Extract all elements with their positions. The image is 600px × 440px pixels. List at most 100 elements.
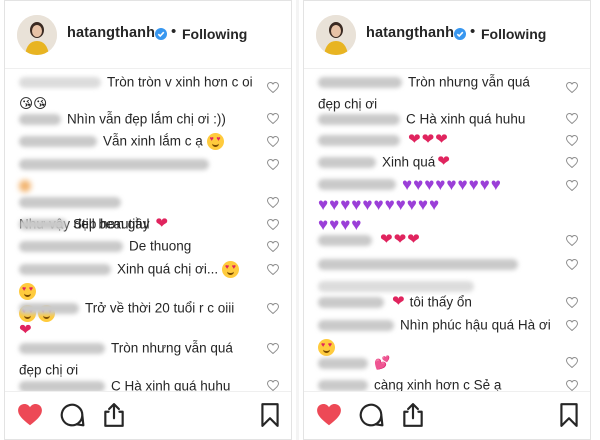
post-panel-right: hatangthanh • Following Tròn nhưng vẫn q…	[303, 0, 591, 440]
red-heart-emoji-icon: ❤	[392, 293, 406, 311]
heart-outline-icon[interactable]	[566, 135, 578, 146]
comment-item: Still beautiful ❤	[19, 213, 257, 235]
heart-outline-icon[interactable]	[267, 343, 279, 354]
red-heart-emoji-icon: ❤❤❤	[380, 231, 421, 249]
heart-outline-icon[interactable]	[267, 136, 279, 147]
comment-text: Nhìn vẫn đẹp lắm chị ơi :))	[67, 111, 226, 127]
heart-outline-icon[interactable]	[267, 380, 279, 391]
share-button[interactable]	[101, 402, 127, 428]
share-icon	[403, 403, 423, 427]
screenshot-stage: hatangthanh • Following Tròn tròn v xinh…	[0, 0, 600, 440]
red-heart-emoji-icon: ❤	[437, 153, 451, 171]
commenter-username[interactable]	[318, 76, 402, 88]
comment-item: C Hà xinh quá huhu	[318, 108, 556, 130]
comment-item: ❤❤❤	[318, 229, 556, 251]
commenter-username[interactable]	[318, 319, 394, 331]
heart-outline-icon[interactable]	[566, 235, 578, 246]
commenter-username[interactable]	[318, 156, 376, 168]
commenter-username[interactable]	[19, 76, 101, 88]
heart-outline-icon[interactable]	[566, 113, 578, 124]
username[interactable]: hatangthanh	[366, 25, 454, 41]
commenter-username[interactable]	[19, 240, 123, 252]
heart-outline-icon[interactable]	[566, 180, 578, 191]
comment-text: C Hà xinh quá huhu	[406, 111, 526, 127]
save-button[interactable]	[257, 402, 283, 428]
comment-item: càng xinh hơn c Sẻ ạ	[318, 374, 556, 391]
red-heart-emoji-icon: ❤❤❤	[408, 131, 449, 149]
heart-outline-icon[interactable]	[267, 241, 279, 252]
commenter-username[interactable]	[19, 302, 79, 314]
commenter-username[interactable]	[19, 158, 209, 170]
commenter-username[interactable]	[318, 234, 372, 246]
post-header: hatangthanh • Following	[5, 1, 291, 69]
comment-button[interactable]	[358, 402, 384, 428]
commenter-username[interactable]	[19, 196, 121, 208]
commenter-username[interactable]	[318, 379, 368, 391]
comment-bubble-icon	[359, 403, 384, 427]
save-button[interactable]	[556, 402, 582, 428]
comment-text: Trở về thời 20 tuổi r c oiii	[85, 300, 235, 316]
heart-outline-icon[interactable]	[566, 157, 578, 168]
commenter-username[interactable]	[318, 113, 400, 125]
heart-outline-icon[interactable]	[566, 320, 578, 331]
heart-eyes-emoji-icon	[206, 132, 224, 150]
comment-item: De thuong	[19, 235, 257, 257]
heart-eyes-emoji-icon	[221, 260, 239, 278]
commenter-username[interactable]	[19, 218, 67, 230]
comment-text: Tròn tròn v xinh hơn c oi	[107, 74, 253, 90]
heart-outline-icon[interactable]	[267, 82, 279, 93]
commenter-username[interactable]	[318, 178, 396, 190]
verified-badge-icon	[454, 28, 466, 40]
commenter-username[interactable]	[318, 134, 400, 146]
comment-button[interactable]	[59, 402, 85, 428]
heart-outline-icon[interactable]	[267, 197, 279, 208]
commenter-username[interactable]	[19, 380, 105, 391]
comment-item: Trở về thời 20 tuổi r c oiii ❤	[19, 297, 257, 342]
comment-item: ❤❤❤	[318, 129, 556, 151]
red-heart-emoji-icon: ❤	[155, 215, 169, 233]
commenter-username[interactable]	[318, 258, 518, 270]
commenter-username[interactable]	[19, 113, 61, 125]
share-button[interactable]	[400, 402, 426, 428]
comment-item: C Hà xinh quá huhu	[19, 375, 257, 391]
avatar[interactable]	[316, 15, 356, 55]
separator-dot: •	[470, 23, 476, 40]
sparkling-heart-emoji-icon: 💕	[374, 356, 391, 371]
heart-outline-icon[interactable]	[267, 303, 279, 314]
share-icon	[104, 403, 124, 427]
comment-text: C Hà xinh quá huhu	[111, 378, 231, 391]
like-button[interactable]	[316, 402, 342, 428]
avatar[interactable]	[17, 15, 57, 55]
heart-outline-icon[interactable]	[566, 82, 578, 93]
bookmark-icon	[560, 403, 578, 427]
following-status[interactable]: Following	[481, 26, 546, 42]
heart-outline-icon[interactable]	[267, 219, 279, 230]
heart-outline-icon[interactable]	[566, 297, 578, 308]
commenter-username[interactable]	[318, 357, 368, 369]
commenter-username[interactable]	[19, 342, 105, 354]
comment-item: 💕	[318, 352, 556, 375]
commenter-username[interactable]	[19, 263, 111, 275]
heart-outline-icon[interactable]	[267, 159, 279, 170]
heart-outline-icon[interactable]	[267, 113, 279, 124]
username[interactable]: hatangthanh	[67, 25, 155, 41]
heart-outline-icon[interactable]	[267, 264, 279, 275]
comment-list: Tròn tròn v xinh hơn c oi 😘😘 Nhìn vẫn đẹ…	[5, 71, 291, 391]
panel-divider	[296, 0, 299, 440]
heart-outline-icon[interactable]	[566, 259, 578, 270]
heart-filled-icon	[317, 403, 341, 426]
purple-heart-emoji-icon: ♥♥♥♥♥♥♥♥♥♥♥	[318, 194, 441, 214]
commenter-username[interactable]	[318, 296, 384, 308]
bookmark-icon	[261, 403, 279, 427]
comment-text: càng xinh hơn c Sẻ ạ	[374, 377, 502, 391]
post-action-bar	[5, 391, 291, 439]
commenter-username[interactable]	[19, 135, 97, 147]
comment-text: Still beautiful	[73, 216, 150, 232]
heart-outline-icon[interactable]	[566, 357, 578, 368]
comment-text: Vẫn xinh lắm c ạ	[103, 133, 203, 149]
comment-text: De thuong	[129, 238, 192, 254]
heart-outline-icon[interactable]	[566, 380, 578, 391]
like-button[interactable]	[17, 402, 43, 428]
following-status[interactable]: Following	[182, 26, 247, 42]
comment-text: tôi thấy ổn	[409, 294, 472, 310]
